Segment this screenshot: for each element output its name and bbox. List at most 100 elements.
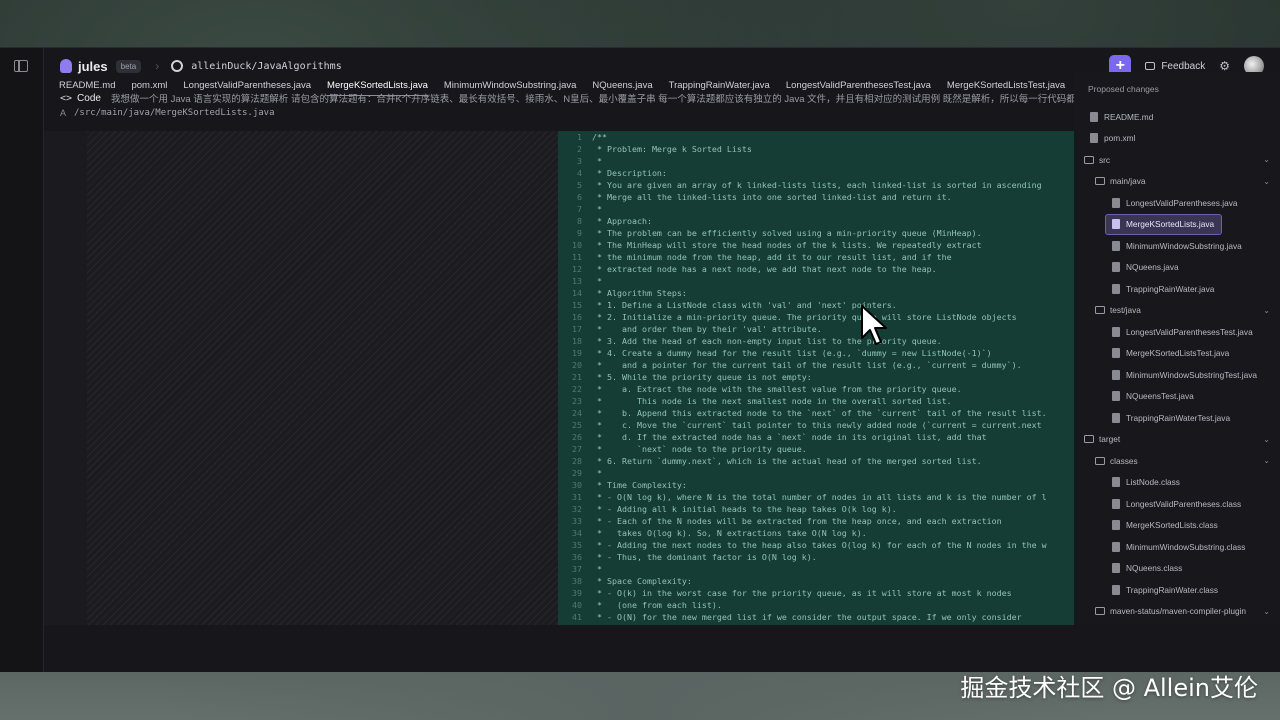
tree-folder[interactable]: src ⌄ — [1074, 149, 1280, 171]
tree-file[interactable]: MergeKSortedLists.java — [1105, 213, 1222, 235]
line-number: 12 — [572, 264, 582, 274]
tree-file[interactable]: MergeKSortedLists.class — [1074, 515, 1280, 537]
code-line: 2 * Problem: Merge k Sorted Lists — [558, 143, 1074, 155]
tree-folder[interactable]: main/java ⌄ — [1074, 171, 1280, 193]
line-content: * takes O(log k). So, N extractions take… — [592, 528, 867, 538]
tab-mergeksortedlists-java[interactable]: MergeKSortedLists.java — [327, 76, 428, 96]
line-number: 2 — [577, 144, 582, 154]
tree-file[interactable]: pom.xml — [1074, 128, 1280, 150]
line-content: * 2. Initialize a min-priority queue. Th… — [592, 312, 1017, 322]
tree-file[interactable]: LongestValidParentheses.class — [1074, 493, 1280, 515]
code-line: 36 * - Thus, the dominant factor is O(N … — [558, 551, 1074, 563]
line-number: 33 — [572, 516, 582, 526]
tree-file[interactable]: ListNode.class — [1074, 472, 1280, 494]
tree-folder[interactable]: compile/default-compile⌄ — [1074, 622, 1280, 625]
left-gutter — [44, 131, 87, 625]
tree-file[interactable]: MinimumWindowSubstringTest.java — [1074, 364, 1280, 386]
line-content: * 6. Return `dummy.next`, which is the a… — [592, 456, 982, 466]
tree-folder[interactable]: classes ⌄ — [1074, 450, 1280, 472]
line-content: * a. Extract the node with the smallest … — [592, 384, 962, 394]
tree-file[interactable]: MinimumWindowSubstring.java — [1074, 235, 1280, 257]
line-content: * — [592, 276, 602, 286]
code-line: 26 * d. If the extracted node has a `nex… — [558, 431, 1074, 443]
code-line: 40 * (one from each list). — [558, 599, 1074, 611]
tab-trappingrainwater-java[interactable]: TrappingRainWater.java — [669, 76, 770, 96]
tree-file[interactable]: MinimumWindowSubstring.class — [1074, 536, 1280, 558]
line-content: * Time Complexity: — [592, 480, 687, 490]
code-line: 12 * extracted node has a next node, we … — [558, 263, 1074, 275]
tree-label: TrappingRainWaterTest.java — [1126, 412, 1231, 423]
line-content: * d. If the extracted node has a `next` … — [592, 432, 987, 442]
tree-label: TrappingRainWater.java — [1126, 283, 1215, 294]
chevron-down-icon[interactable]: ⌄ — [1263, 456, 1270, 465]
tree-label: README.md — [1104, 111, 1154, 122]
tree-label: ListNode.class — [1126, 477, 1180, 488]
chevron-down-icon[interactable]: ⌄ — [1263, 155, 1270, 164]
chevron-down-icon[interactable]: ⌄ — [1263, 177, 1270, 186]
tree-file[interactable]: NQueens.java — [1074, 257, 1280, 279]
tree-file[interactable]: TrappingRainWater.class — [1074, 579, 1280, 601]
line-content: * and order them by their 'val' attribut… — [592, 324, 822, 334]
sidebar-toggle-icon[interactable] — [14, 60, 28, 72]
tree-folder[interactable]: test/java ⌄ — [1074, 300, 1280, 322]
code-line: 4 * Description: — [558, 167, 1074, 179]
line-number: 31 — [572, 492, 582, 502]
tree-file[interactable]: README.md — [1074, 106, 1280, 128]
proposed-changes-panel: Proposed changes README.md pom.xml src ⌄ mai… — [1074, 72, 1280, 625]
code-line: 14 * Algorithm Steps: — [558, 287, 1074, 299]
tab-pom-xml[interactable]: pom.xml — [131, 76, 167, 96]
tree-file[interactable]: MergeKSortedListsTest.java — [1074, 343, 1280, 365]
beta-badge: beta — [115, 59, 142, 73]
code-line: 19 * 4. Create a dummy head for the resu… — [558, 347, 1074, 359]
tree-folder[interactable]: maven-status/maven-compiler-plugin ⌄ — [1074, 601, 1280, 623]
chevron-down-icon[interactable]: ⌄ — [1263, 306, 1270, 315]
code-line: 10 * The MinHeap will store the head nod… — [558, 239, 1074, 251]
code-line: 7 * — [558, 203, 1074, 215]
tab-longestvalidparenthesestest-java[interactable]: LongestValidParenthesesTest.java — [786, 76, 931, 96]
diff-modified-pane[interactable]: 1/** 2 * Problem: Merge k Sorted Lists 3 *… — [558, 131, 1074, 625]
file-icon — [1112, 326, 1120, 337]
code-line: 1 /** — [558, 131, 1074, 143]
tab-readme-md[interactable]: README.md — [59, 76, 115, 96]
tree-folder[interactable]: target ⌄ — [1074, 429, 1280, 451]
tree-label: MergeKSortedLists.java — [1126, 219, 1215, 230]
line-number: 14 — [572, 288, 582, 298]
tree-file[interactable]: NQueens.class — [1074, 558, 1280, 580]
feedback-label: Feedback — [1161, 60, 1206, 72]
line-content: * Space Complexity: — [592, 576, 692, 586]
folder-icon — [1084, 435, 1094, 444]
line-number: 27 — [572, 444, 582, 454]
line-content: * c. Move the `current` tail pointer to … — [592, 420, 1042, 430]
tree-file[interactable]: LongestValidParentheses.java — [1074, 192, 1280, 214]
line-content: * b. Append this extracted node to the `… — [592, 408, 1047, 418]
tab-mergeksortedliststest-java[interactable]: MergeKSortedListsTest.java — [947, 76, 1065, 96]
tree-file[interactable]: TrappingRainWater.java — [1074, 278, 1280, 300]
tab-nqueens-java[interactable]: NQueens.java — [592, 76, 652, 96]
file-icon — [1112, 563, 1120, 574]
file-icon — [1112, 498, 1120, 509]
code-line: 17 * and order them by their 'val' attri… — [558, 323, 1074, 335]
code-line: 39 * - O(k) in the worst case for the pr… — [558, 587, 1074, 599]
code-line: 27 * `next` node to the priority queue. — [558, 443, 1074, 455]
line-number: 38 — [572, 576, 582, 586]
tab-longestvalidparentheses-java[interactable]: LongestValidParentheses.java — [183, 76, 311, 96]
gear-icon[interactable]: ⚙ — [1219, 59, 1230, 73]
chevron-down-icon[interactable]: ⌄ — [1263, 435, 1270, 444]
tree-label: main/java — [1110, 176, 1146, 187]
chevron-down-icon[interactable]: ⌄ — [1263, 607, 1270, 616]
code-line: 29 * — [558, 467, 1074, 479]
tree-file[interactable]: TrappingRainWaterTest.java — [1074, 407, 1280, 429]
file-icon — [1112, 477, 1120, 488]
repo-name[interactable]: alleinDuck/JavaAlgorithms — [191, 61, 342, 72]
tab-minimumwindowsubstring-java[interactable]: MinimumWindowSubstring.java — [444, 76, 577, 96]
file-icon — [1112, 412, 1120, 423]
code-line: 15 * 1. Define a ListNode class with 'va… — [558, 299, 1074, 311]
feedback-button[interactable]: Feedback — [1145, 61, 1205, 72]
tree-file[interactable]: NQueensTest.java — [1074, 386, 1280, 408]
line-number: 17 — [572, 324, 582, 334]
line-content: * Algorithm Steps: — [592, 288, 687, 298]
tree-file[interactable]: LongestValidParenthesesTest.java — [1074, 321, 1280, 343]
tree-label: MergeKSortedListsTest.java — [1126, 348, 1230, 359]
line-content: * This node is the next smallest node in… — [592, 396, 952, 406]
brand-name[interactable]: jules — [78, 59, 108, 74]
